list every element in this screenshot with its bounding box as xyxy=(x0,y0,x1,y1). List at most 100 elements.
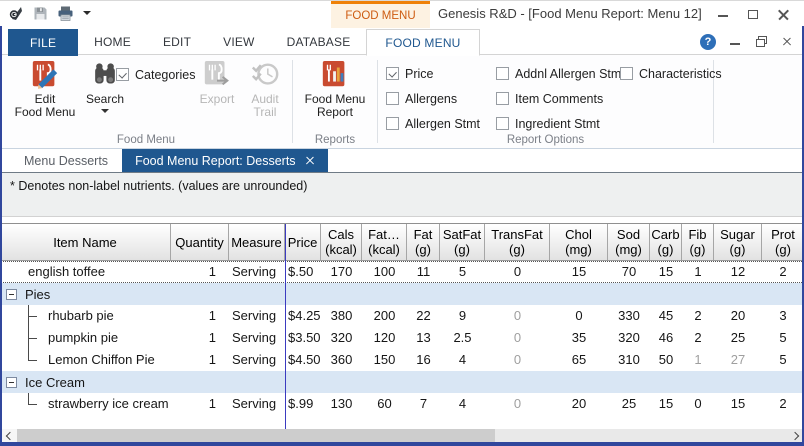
cell-fat: 16 xyxy=(416,352,431,367)
food-menu-report-label-line1: Food Menu xyxy=(304,92,366,106)
cell-fib: 1 xyxy=(694,264,702,279)
checkbox-characteristics[interactable]: Characteristics xyxy=(620,61,722,86)
column-header-chol[interactable]: Chol (mg) xyxy=(550,224,608,260)
close-tab-icon[interactable] xyxy=(306,156,315,165)
column-header-fat[interactable]: Fat (g) xyxy=(407,224,440,260)
audit-trail-label-line2: Trail xyxy=(253,105,277,119)
checkbox-price[interactable]: Price xyxy=(386,61,496,86)
column-header-sod[interactable]: Sod (mg) xyxy=(608,224,650,260)
save-icon[interactable] xyxy=(33,6,48,21)
cell-satfat: 4 xyxy=(458,396,467,411)
ribbon-tab-edit[interactable]: EDIT xyxy=(147,29,207,55)
audit-trail-button[interactable]: Audit Trail xyxy=(242,60,288,119)
column-header-transfat[interactable]: TransFat (g) xyxy=(485,224,550,260)
export-button[interactable]: Export xyxy=(194,60,240,106)
checkbox-allergen-stmt[interactable]: Allergen Stmt xyxy=(386,111,496,136)
ribbon-tab-food-menu[interactable]: FOOD MENU xyxy=(366,29,480,56)
cell-price: $.99 xyxy=(288,396,314,411)
checkbox-icon xyxy=(386,92,399,105)
cell-fat: 7 xyxy=(419,396,428,411)
checkbox-icon xyxy=(386,67,399,80)
cell-sugar: 25 xyxy=(730,330,746,345)
minimize-child-button[interactable] xyxy=(728,35,742,49)
quick-access-toolbar xyxy=(8,5,91,21)
close-button[interactable] xyxy=(776,7,790,21)
report-options-checkboxes: Price Allergens Allergen Stmt Addnl Allerge… xyxy=(378,61,722,136)
column-header-cals[interactable]: Cals (kcal) xyxy=(321,224,362,260)
checkbox-label: Addnl Allergen Stmt xyxy=(515,66,625,81)
checkbox-ingredient-stmt[interactable]: Ingredient Stmt xyxy=(496,111,620,136)
print-icon[interactable] xyxy=(57,6,74,21)
help-icon[interactable]: ? xyxy=(700,33,716,50)
ribbon-tab-home[interactable]: HOME xyxy=(78,29,147,55)
cell-satfat: 9 xyxy=(458,308,467,323)
ribbon: EditFood Menu Search Categories Export xyxy=(0,55,804,149)
cell-prot: 5 xyxy=(779,330,787,345)
ribbon-tab-database[interactable]: DATABASE xyxy=(271,29,367,55)
cell-measure: Serving xyxy=(232,308,277,323)
scrollbar-thumb[interactable] xyxy=(17,429,495,443)
column-header-fib[interactable]: Fib (g) xyxy=(682,224,714,260)
cell-sod: 70 xyxy=(621,264,637,279)
document-tab-label: Menu Desserts xyxy=(24,153,109,168)
group-row-pies[interactable]: Pies xyxy=(0,283,804,305)
collapse-icon[interactable] xyxy=(6,376,17,388)
table-row-lemon-chiffon-pie[interactable]: Lemon Chiffon Pie 1 Serving $4.50 360 150 16 4 0… xyxy=(0,349,804,371)
tree-branch-icon xyxy=(28,349,41,371)
window-title: Genesis R&D - [Food Menu Report: Menu 12… xyxy=(438,6,702,21)
checkbox-label: Item Comments xyxy=(515,91,604,106)
column-header-item-name[interactable]: Item Name xyxy=(0,224,171,260)
column-header-sugar[interactable]: Sugar (g) xyxy=(714,224,762,260)
checkbox-allergens[interactable]: Allergens xyxy=(386,86,496,111)
cell-measure: Serving xyxy=(232,330,277,345)
scroll-left-button[interactable] xyxy=(0,429,17,443)
window-border-left xyxy=(0,26,2,446)
edit-food-menu-button[interactable]: Edit Food Menu xyxy=(10,60,80,119)
contextual-tab-group: FOOD MENU xyxy=(331,0,430,28)
checkbox-addnl-allergen-stmt[interactable]: Addnl Allergen Stmt xyxy=(496,61,625,86)
column-header-satfat[interactable]: SatFat (g) xyxy=(440,224,485,260)
column-header-prot[interactable]: Prot (g) xyxy=(762,224,804,260)
cell-fib: 2 xyxy=(694,308,702,323)
ribbon-tab-row: FILE HOME EDIT VIEW DATABASE FOOD MENU ? xyxy=(0,28,804,56)
horizontal-scrollbar[interactable] xyxy=(0,429,804,443)
restore-child-icon[interactable] xyxy=(754,35,768,49)
close-child-button[interactable] xyxy=(780,35,794,49)
document-tab-menu-desserts[interactable]: Menu Desserts xyxy=(10,149,122,172)
group-row-ice-cream[interactable]: Ice Cream xyxy=(0,371,804,393)
group-label: Ice Cream xyxy=(25,374,85,390)
maximize-button[interactable] xyxy=(746,7,760,21)
column-header-fat[interactable]: Fat… (kcal) xyxy=(362,224,407,260)
table-row-pumpkin-pie[interactable]: pumpkin pie 1 Serving $3.50 320 120 13 2.5 0 35 32… xyxy=(0,327,804,349)
column-header-price[interactable]: Price xyxy=(285,224,321,260)
minimize-button[interactable] xyxy=(716,7,730,21)
cell-prot: 2 xyxy=(779,264,787,279)
cell-carb: 50 xyxy=(658,352,674,367)
ribbon-tab-file[interactable]: FILE xyxy=(8,29,79,56)
cell-chol: 20 xyxy=(571,396,587,411)
table-row-english-toffee[interactable]: english toffee 1 Serving $.50 170 100 11 5 0 15 70… xyxy=(0,261,804,283)
checkbox-icon xyxy=(496,117,509,130)
food-menu-report-button[interactable]: Food Menu Report xyxy=(301,60,369,119)
cell-chol: 65 xyxy=(571,352,587,367)
document-tab-food-menu-report-desserts[interactable]: Food Menu Report: Desserts xyxy=(122,149,328,172)
table-row-rhubarb-pie[interactable]: rhubarb pie 1 Serving $4.25 380 200 22 9 0 0 330 45… xyxy=(0,305,804,327)
checkbox-item-comments[interactable]: Item Comments xyxy=(496,86,620,111)
checkbox-icon xyxy=(620,67,633,80)
qat-dropdown-icon[interactable] xyxy=(83,11,91,15)
cell-measure: Serving xyxy=(232,396,277,411)
column-header-measure[interactable]: Measure xyxy=(229,224,285,260)
table-row-strawberry-ice-cream[interactable]: strawberry ice cream 1 Serving $.99 130 60 7 4 0… xyxy=(0,393,804,415)
checkbox-column: Addnl Allergen Stmt Item Comments Ingredie… xyxy=(496,61,625,136)
app-window: FOOD MENU Genesis R&D - [Food Menu Repor… xyxy=(0,0,804,446)
column-header-quantity[interactable]: Quantity xyxy=(171,224,229,260)
ribbon-tab-view[interactable]: VIEW xyxy=(207,29,270,55)
ribbon-group-label: Reports xyxy=(314,134,356,146)
export-button-label: Export xyxy=(199,92,235,106)
collapse-icon[interactable] xyxy=(6,288,17,300)
cell-chol: 35 xyxy=(571,330,587,345)
categories-checkbox[interactable]: Categories xyxy=(116,62,195,87)
column-header-carb[interactable]: Carb (g) xyxy=(650,224,682,260)
audit-trail-label-line1: Audit xyxy=(251,92,279,106)
window-border-bottom xyxy=(0,442,804,446)
